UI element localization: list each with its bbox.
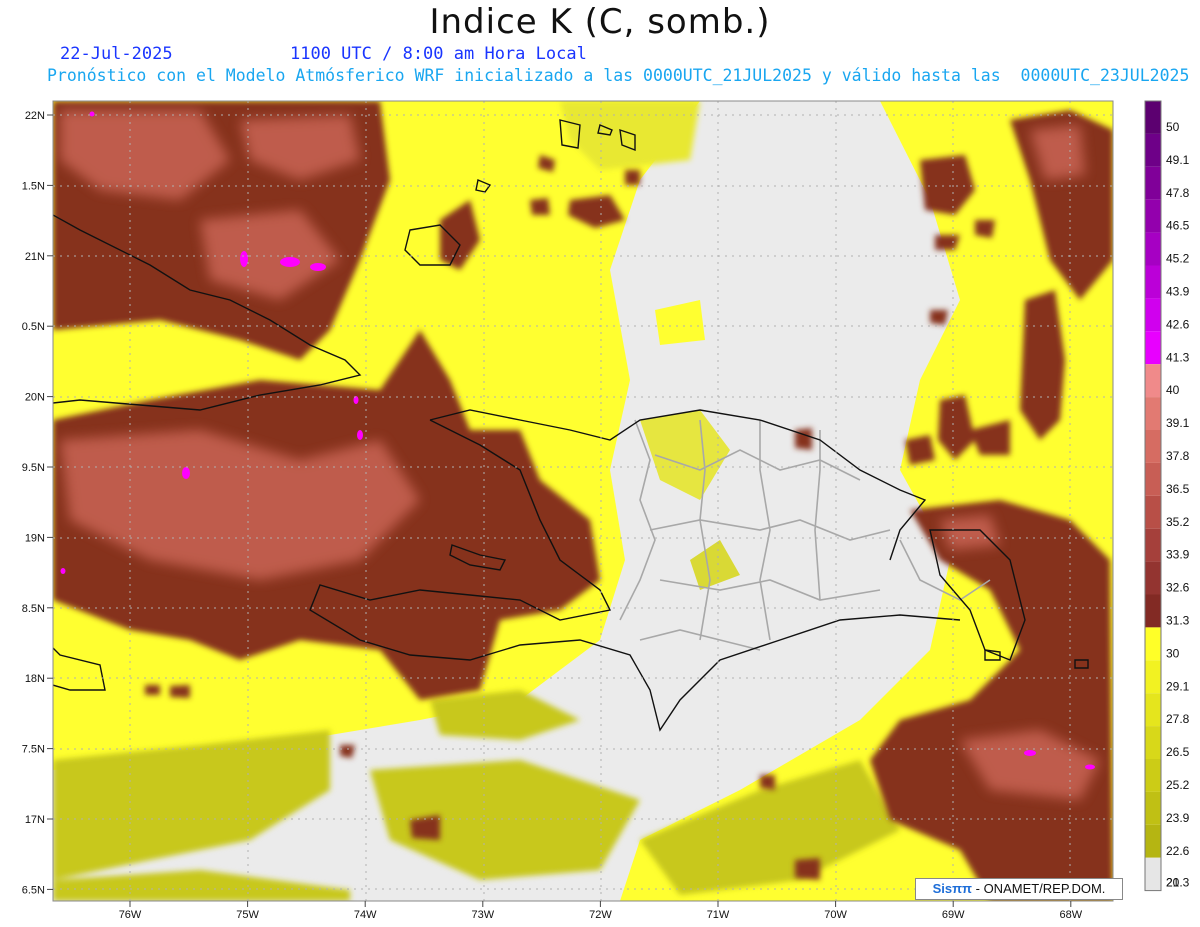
colorbar-label: 23.9 — [1166, 811, 1190, 825]
colorbar-label: 30 — [1166, 646, 1180, 660]
lon-label: 73W — [471, 909, 494, 921]
colorbar-label: 22.6 — [1166, 844, 1190, 858]
k-index-field — [53, 101, 1113, 901]
colorbar-swatch — [1145, 133, 1161, 167]
lat-label: 21N — [25, 251, 45, 263]
lat-label: 17N — [25, 814, 45, 826]
colorbar-label: 32.6 — [1166, 581, 1190, 595]
colorbar-swatch — [1145, 561, 1161, 595]
colorbar-label: 25.2 — [1166, 778, 1190, 792]
colorbar-label: 45.2 — [1166, 252, 1190, 266]
lat-label: 20N — [25, 392, 45, 404]
lon-label: 76W — [119, 909, 142, 921]
colorbar-label: 29.1 — [1166, 679, 1190, 693]
colorbar-label: 39.1 — [1166, 416, 1190, 430]
colorbar-label: 26.5 — [1166, 745, 1190, 759]
colorbar-swatch — [1145, 660, 1161, 694]
colorbar-label: 49.1 — [1166, 153, 1190, 167]
colorbar-swatch — [1145, 495, 1161, 529]
colorbar-label: 50 — [1166, 120, 1180, 134]
colorbar-swatch — [1145, 101, 1161, 134]
colorbar-swatch — [1145, 364, 1161, 398]
colorbar-swatch — [1145, 791, 1161, 825]
lon-label: 75W — [236, 909, 259, 921]
lat-label: 18N — [25, 673, 45, 685]
colorbar-swatch — [1145, 824, 1161, 858]
colorbar-label: 20 — [1166, 876, 1180, 890]
lon-label: 71W — [707, 909, 730, 921]
colorbar-swatch — [1145, 166, 1161, 200]
colorbar-label: 37.8 — [1166, 449, 1190, 463]
colorbar-label: 36.5 — [1166, 482, 1190, 496]
colorbar-swatch — [1145, 265, 1161, 299]
colorbar-label: 46.5 — [1166, 219, 1190, 233]
colorbar-swatch — [1145, 430, 1161, 463]
credit-text: - ONAMET/REP.DOM. — [972, 881, 1106, 896]
lat-label: 7.5N — [22, 744, 45, 756]
lat-label: 19N — [25, 532, 45, 544]
colorbar-label: 27.8 — [1166, 712, 1190, 726]
lon-label: 74W — [354, 909, 377, 921]
colorbar-swatch — [1145, 528, 1161, 562]
colorbar-swatch — [1145, 726, 1161, 759]
colorbar-swatch — [1145, 759, 1161, 792]
colorbar-label: 31.3 — [1166, 614, 1190, 628]
credit-brand: Sisππ — [932, 881, 973, 896]
colorbar-label: 41.3 — [1166, 350, 1190, 364]
longitude-axis: 76W 75W 74W 73W 72W 71W 70W 69W 68W — [119, 901, 1083, 921]
lat-label: 1.5N — [22, 180, 45, 192]
colorbar-label: 33.9 — [1166, 548, 1190, 562]
lon-label: 70W — [824, 909, 847, 921]
lat-label: 9.5N — [22, 462, 45, 474]
colorbar-label: 42.6 — [1166, 317, 1190, 331]
colorbar-swatch — [1145, 857, 1161, 891]
colorbar: 50 49.1 47.8 46.5 45.2 43.9 42.6 41.3 40 39.1 37.8… — [1144, 100, 1190, 892]
credit-box: Sisππ - ONAMET/REP.DOM. — [915, 878, 1123, 900]
colorbar-swatch — [1145, 627, 1161, 661]
colorbar-swatch — [1145, 199, 1161, 233]
colorbar-swatch — [1145, 693, 1161, 727]
colorbar-label: 47.8 — [1166, 186, 1190, 200]
lat-label: 8.5N — [22, 603, 45, 615]
lat-label: 22N — [25, 110, 45, 122]
colorbar-label: 43.9 — [1166, 285, 1190, 299]
colorbar-swatch — [1145, 298, 1161, 332]
lat-label: 6.5N — [22, 884, 45, 896]
colorbar-swatch — [1145, 232, 1161, 266]
lat-label: 0.5N — [22, 321, 45, 333]
colorbar-swatch — [1145, 594, 1161, 628]
lon-label: 68W — [1059, 909, 1082, 921]
colorbar-label: 35.2 — [1166, 515, 1190, 529]
latitude-axis: 22N 1.5N 21N 0.5N 20N 9.5N 19N 8.5N 18N 7.5N 17N 6.… — [22, 110, 53, 896]
colorbar-swatch — [1145, 331, 1161, 365]
lon-label: 69W — [942, 909, 965, 921]
lon-label: 72W — [589, 909, 612, 921]
colorbar-label: 40 — [1166, 383, 1180, 397]
colorbar-swatch — [1145, 462, 1161, 496]
colorbar-swatch — [1145, 397, 1161, 430]
k-index-map: 22N 1.5N 21N 0.5N 20N 9.5N 19N 8.5N 18N 7.5N 17N 6.… — [22, 100, 1190, 921]
